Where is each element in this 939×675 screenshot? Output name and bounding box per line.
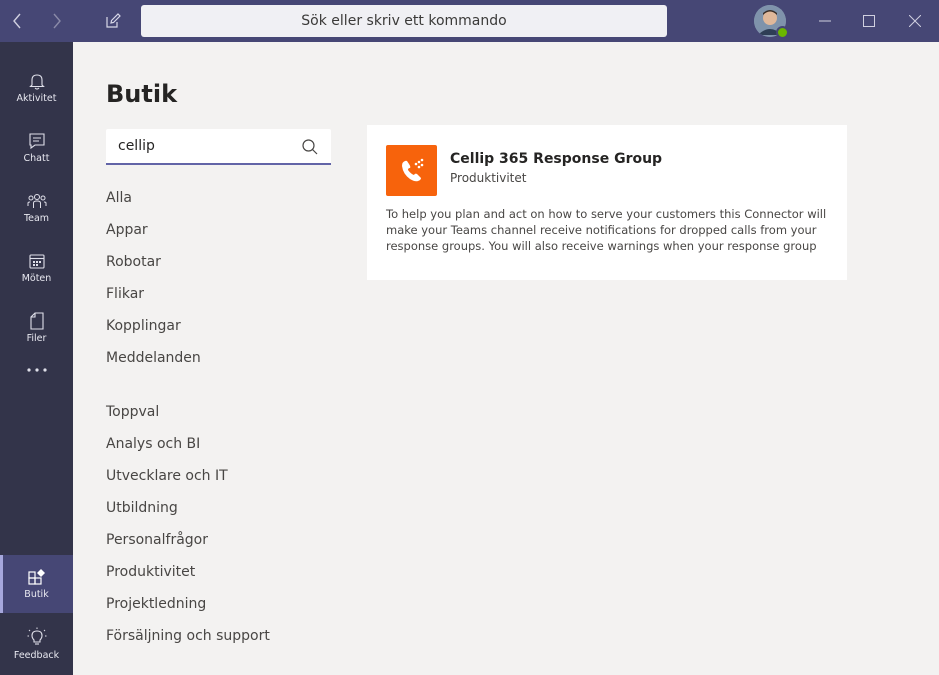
category-personalfragor[interactable]: Personalfrågor xyxy=(106,532,208,548)
app-description: To help you plan and act on how to serve… xyxy=(386,207,827,253)
new-chat-button[interactable] xyxy=(100,0,126,42)
category-meddelanden[interactable]: Meddelanden xyxy=(106,350,201,366)
rail-item-moten[interactable]: Möten xyxy=(0,239,73,297)
calendar-icon xyxy=(28,254,45,269)
close-button[interactable] xyxy=(900,0,930,42)
close-icon xyxy=(909,15,921,27)
title-bar: Sök eller skriv ett kommando xyxy=(0,0,939,42)
app-rail: Aktivitet Chatt Team Möten Filer Butik F… xyxy=(0,42,73,675)
file-icon xyxy=(29,312,44,330)
chevron-right-icon xyxy=(53,13,61,29)
rail-item-label: Butik xyxy=(24,589,49,600)
phone-icon xyxy=(401,158,423,181)
app-icon xyxy=(386,145,437,196)
rail-item-label: Filer xyxy=(26,333,47,344)
bell-icon xyxy=(28,74,45,90)
app-category: Produktivitet xyxy=(450,171,527,185)
rail-item-butik[interactable]: Butik xyxy=(0,555,73,613)
rail-item-chatt[interactable]: Chatt xyxy=(0,119,73,177)
maximize-icon xyxy=(863,15,875,27)
minimize-button[interactable] xyxy=(810,0,840,42)
chat-icon xyxy=(28,133,45,150)
app-card[interactable]: Cellip 365 Response Group Produktivitet … xyxy=(367,125,847,280)
store-search-input[interactable] xyxy=(106,129,296,163)
category-appar[interactable]: Appar xyxy=(106,222,148,238)
command-search-placeholder: Sök eller skriv ett kommando xyxy=(301,13,507,29)
forward-button[interactable] xyxy=(44,0,70,42)
more-apps-button[interactable] xyxy=(0,354,73,386)
more-icon xyxy=(26,368,47,372)
rail-item-team[interactable]: Team xyxy=(0,179,73,237)
category-utbildning[interactable]: Utbildning xyxy=(106,500,178,516)
command-search-box[interactable]: Sök eller skriv ett kommando xyxy=(141,5,667,37)
category-toppval[interactable]: Toppval xyxy=(106,404,159,420)
minimize-icon xyxy=(819,20,831,22)
main-content: Butik Alla Appar Robotar Flikar Koppling… xyxy=(73,42,939,675)
category-produktivitet[interactable]: Produktivitet xyxy=(106,564,195,580)
category-alla[interactable]: Alla xyxy=(106,190,132,206)
rail-item-label: Team xyxy=(23,213,50,224)
avatar[interactable] xyxy=(754,5,789,39)
rail-item-label: Chatt xyxy=(23,153,50,164)
status-badge xyxy=(776,26,789,39)
rail-item-label: Feedback xyxy=(13,650,60,661)
category-projektledning[interactable]: Projektledning xyxy=(106,596,206,612)
category-flikar[interactable]: Flikar xyxy=(106,286,144,302)
team-icon xyxy=(27,194,46,208)
search-icon[interactable] xyxy=(301,138,319,156)
lightbulb-icon xyxy=(27,627,46,645)
category-utvecklare-och-it[interactable]: Utvecklare och IT xyxy=(106,468,228,484)
back-button[interactable] xyxy=(4,0,30,42)
compose-icon xyxy=(106,13,121,28)
page-title: Butik xyxy=(106,80,178,108)
rail-item-label: Möten xyxy=(21,273,52,284)
rail-item-aktivitet[interactable]: Aktivitet xyxy=(0,59,73,117)
chevron-left-icon xyxy=(13,13,21,29)
store-icon xyxy=(27,569,45,585)
category-robotar[interactable]: Robotar xyxy=(106,254,161,270)
app-name: Cellip 365 Response Group xyxy=(450,151,663,167)
rail-item-label: Aktivitet xyxy=(16,93,57,104)
category-kopplingar[interactable]: Kopplingar xyxy=(106,318,181,334)
rail-item-filer[interactable]: Filer xyxy=(0,299,73,357)
store-search[interactable] xyxy=(106,129,331,165)
category-analys-och-bi[interactable]: Analys och BI xyxy=(106,436,200,452)
category-forsaljning-och-support[interactable]: Försäljning och support xyxy=(106,628,270,644)
rail-item-feedback[interactable]: Feedback xyxy=(0,615,73,673)
maximize-button[interactable] xyxy=(854,0,884,42)
